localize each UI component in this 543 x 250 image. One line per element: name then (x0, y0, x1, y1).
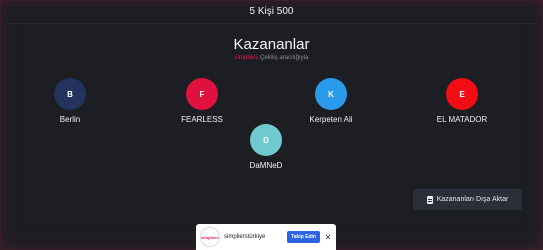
winner-card: E EL MATADOR (417, 78, 507, 124)
avatar: B (54, 78, 86, 110)
winner-card: D DaMNeD (221, 124, 311, 170)
avatar: D (250, 124, 282, 156)
subtitle-brand: simpliers (234, 55, 259, 61)
giveaway-results-page: 5 Kişi 500 Kazananlar simpliers Çekiliş … (0, 0, 543, 250)
simpliers-logo: simpliers (200, 227, 220, 247)
export-winners-label: Kazananları Dışa Aktar (436, 196, 509, 203)
follow-button[interactable]: Takip Edin (287, 231, 320, 243)
header-divider (6, 23, 537, 24)
avatar: K (315, 78, 347, 110)
winner-card: F FEARLESS (157, 78, 247, 124)
avatar: E (446, 78, 478, 110)
promo-account-name[interactable]: simplierstürkiye (224, 234, 283, 240)
winner-name: Kerpeten Ali (309, 115, 353, 124)
winner-card: K Kerpeten Ali (286, 78, 376, 124)
subtitle-text: Çekiliş aracılığıyla (258, 55, 309, 61)
winners-subtitle: simpliers Çekiliş aracılığıyla (0, 55, 543, 61)
results-summary-bar: 5 Kişi 500 (0, 0, 543, 22)
avatar: F (186, 78, 218, 110)
winner-card: B Berlin (25, 78, 115, 124)
export-winners-button[interactable]: Kazananları Dışa Aktar (413, 189, 522, 210)
document-icon (426, 195, 433, 204)
promo-follow-bar: simpliers simplierstürkiye Takip Edin ✕ (196, 224, 336, 250)
winner-name: EL MATADOR (436, 115, 488, 124)
winner-name: DaMNeD (249, 161, 283, 170)
winner-name: Berlin (59, 115, 81, 124)
close-icon[interactable]: ✕ (324, 233, 332, 242)
winner-name: FEARLESS (181, 115, 223, 124)
winners-title: Kazananlar (233, 36, 310, 53)
results-summary: 5 Kişi 500 (249, 5, 294, 17)
